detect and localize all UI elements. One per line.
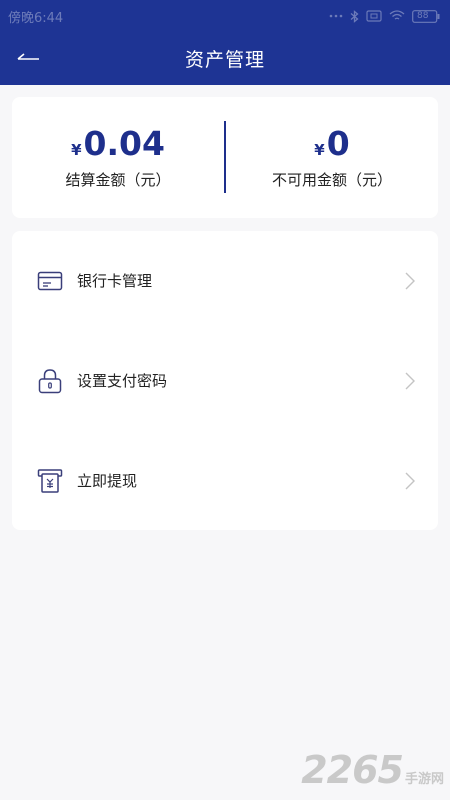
- settlement-label: 结算金额（元）: [65, 171, 171, 189]
- watermark-logo: 2265 手游网: [301, 748, 444, 792]
- status-icons: 88: [329, 9, 440, 23]
- bank-card-icon: [37, 271, 63, 291]
- watermark-text: 手游网: [404, 772, 444, 787]
- status-bar: 傍晚6:44 88: [0, 0, 450, 32]
- arrow-left-icon: [17, 53, 39, 60]
- unavailable-balance: ¥ 0 不可用金额（元）: [226, 97, 438, 218]
- settlement-amount: 0.04: [83, 124, 165, 163]
- chevron-right-icon: [405, 472, 415, 490]
- menu-item-label: 设置支付密码: [77, 372, 168, 390]
- menu-item-payment-password[interactable]: 设置支付密码: [12, 331, 438, 431]
- nav-bar: 资产管理: [0, 32, 450, 85]
- wifi-icon: [389, 10, 405, 22]
- balance-card: ¥ 0.04 结算金额（元） ¥ 0 不可用金额（元）: [12, 97, 438, 218]
- menu-item-label: 银行卡管理: [77, 272, 153, 290]
- withdraw-icon: [37, 469, 63, 493]
- back-button[interactable]: [10, 44, 46, 74]
- battery-level: 88: [417, 10, 429, 21]
- unavailable-label: 不可用金额（元）: [271, 171, 392, 189]
- unavailable-amount: 0: [326, 124, 350, 163]
- more-dots-icon: [329, 13, 343, 19]
- lock-icon: [38, 369, 62, 394]
- battery-icon: 88: [412, 9, 440, 23]
- page-title: 资产管理: [184, 49, 265, 71]
- menu-item-label: 立即提现: [77, 472, 138, 490]
- settlement-balance: ¥ 0.04 结算金额（元）: [12, 97, 224, 218]
- chevron-right-icon: [405, 272, 415, 290]
- watermark-number: 2265: [301, 748, 404, 792]
- chevron-right-icon: [405, 372, 415, 390]
- status-time: 傍晚6:44: [8, 10, 64, 26]
- sim-icon: [366, 10, 382, 22]
- menu-item-bank-card[interactable]: 银行卡管理: [12, 231, 438, 331]
- top-bar: 傍晚6:44 88 资产管理: [0, 0, 450, 85]
- menu-item-withdraw[interactable]: 立即提现: [12, 431, 438, 531]
- bluetooth-icon: [350, 9, 359, 23]
- menu-card: 银行卡管理 设置支付密码 立即提现: [12, 231, 438, 530]
- currency-symbol: ¥: [314, 141, 325, 159]
- currency-symbol: ¥: [71, 141, 82, 159]
